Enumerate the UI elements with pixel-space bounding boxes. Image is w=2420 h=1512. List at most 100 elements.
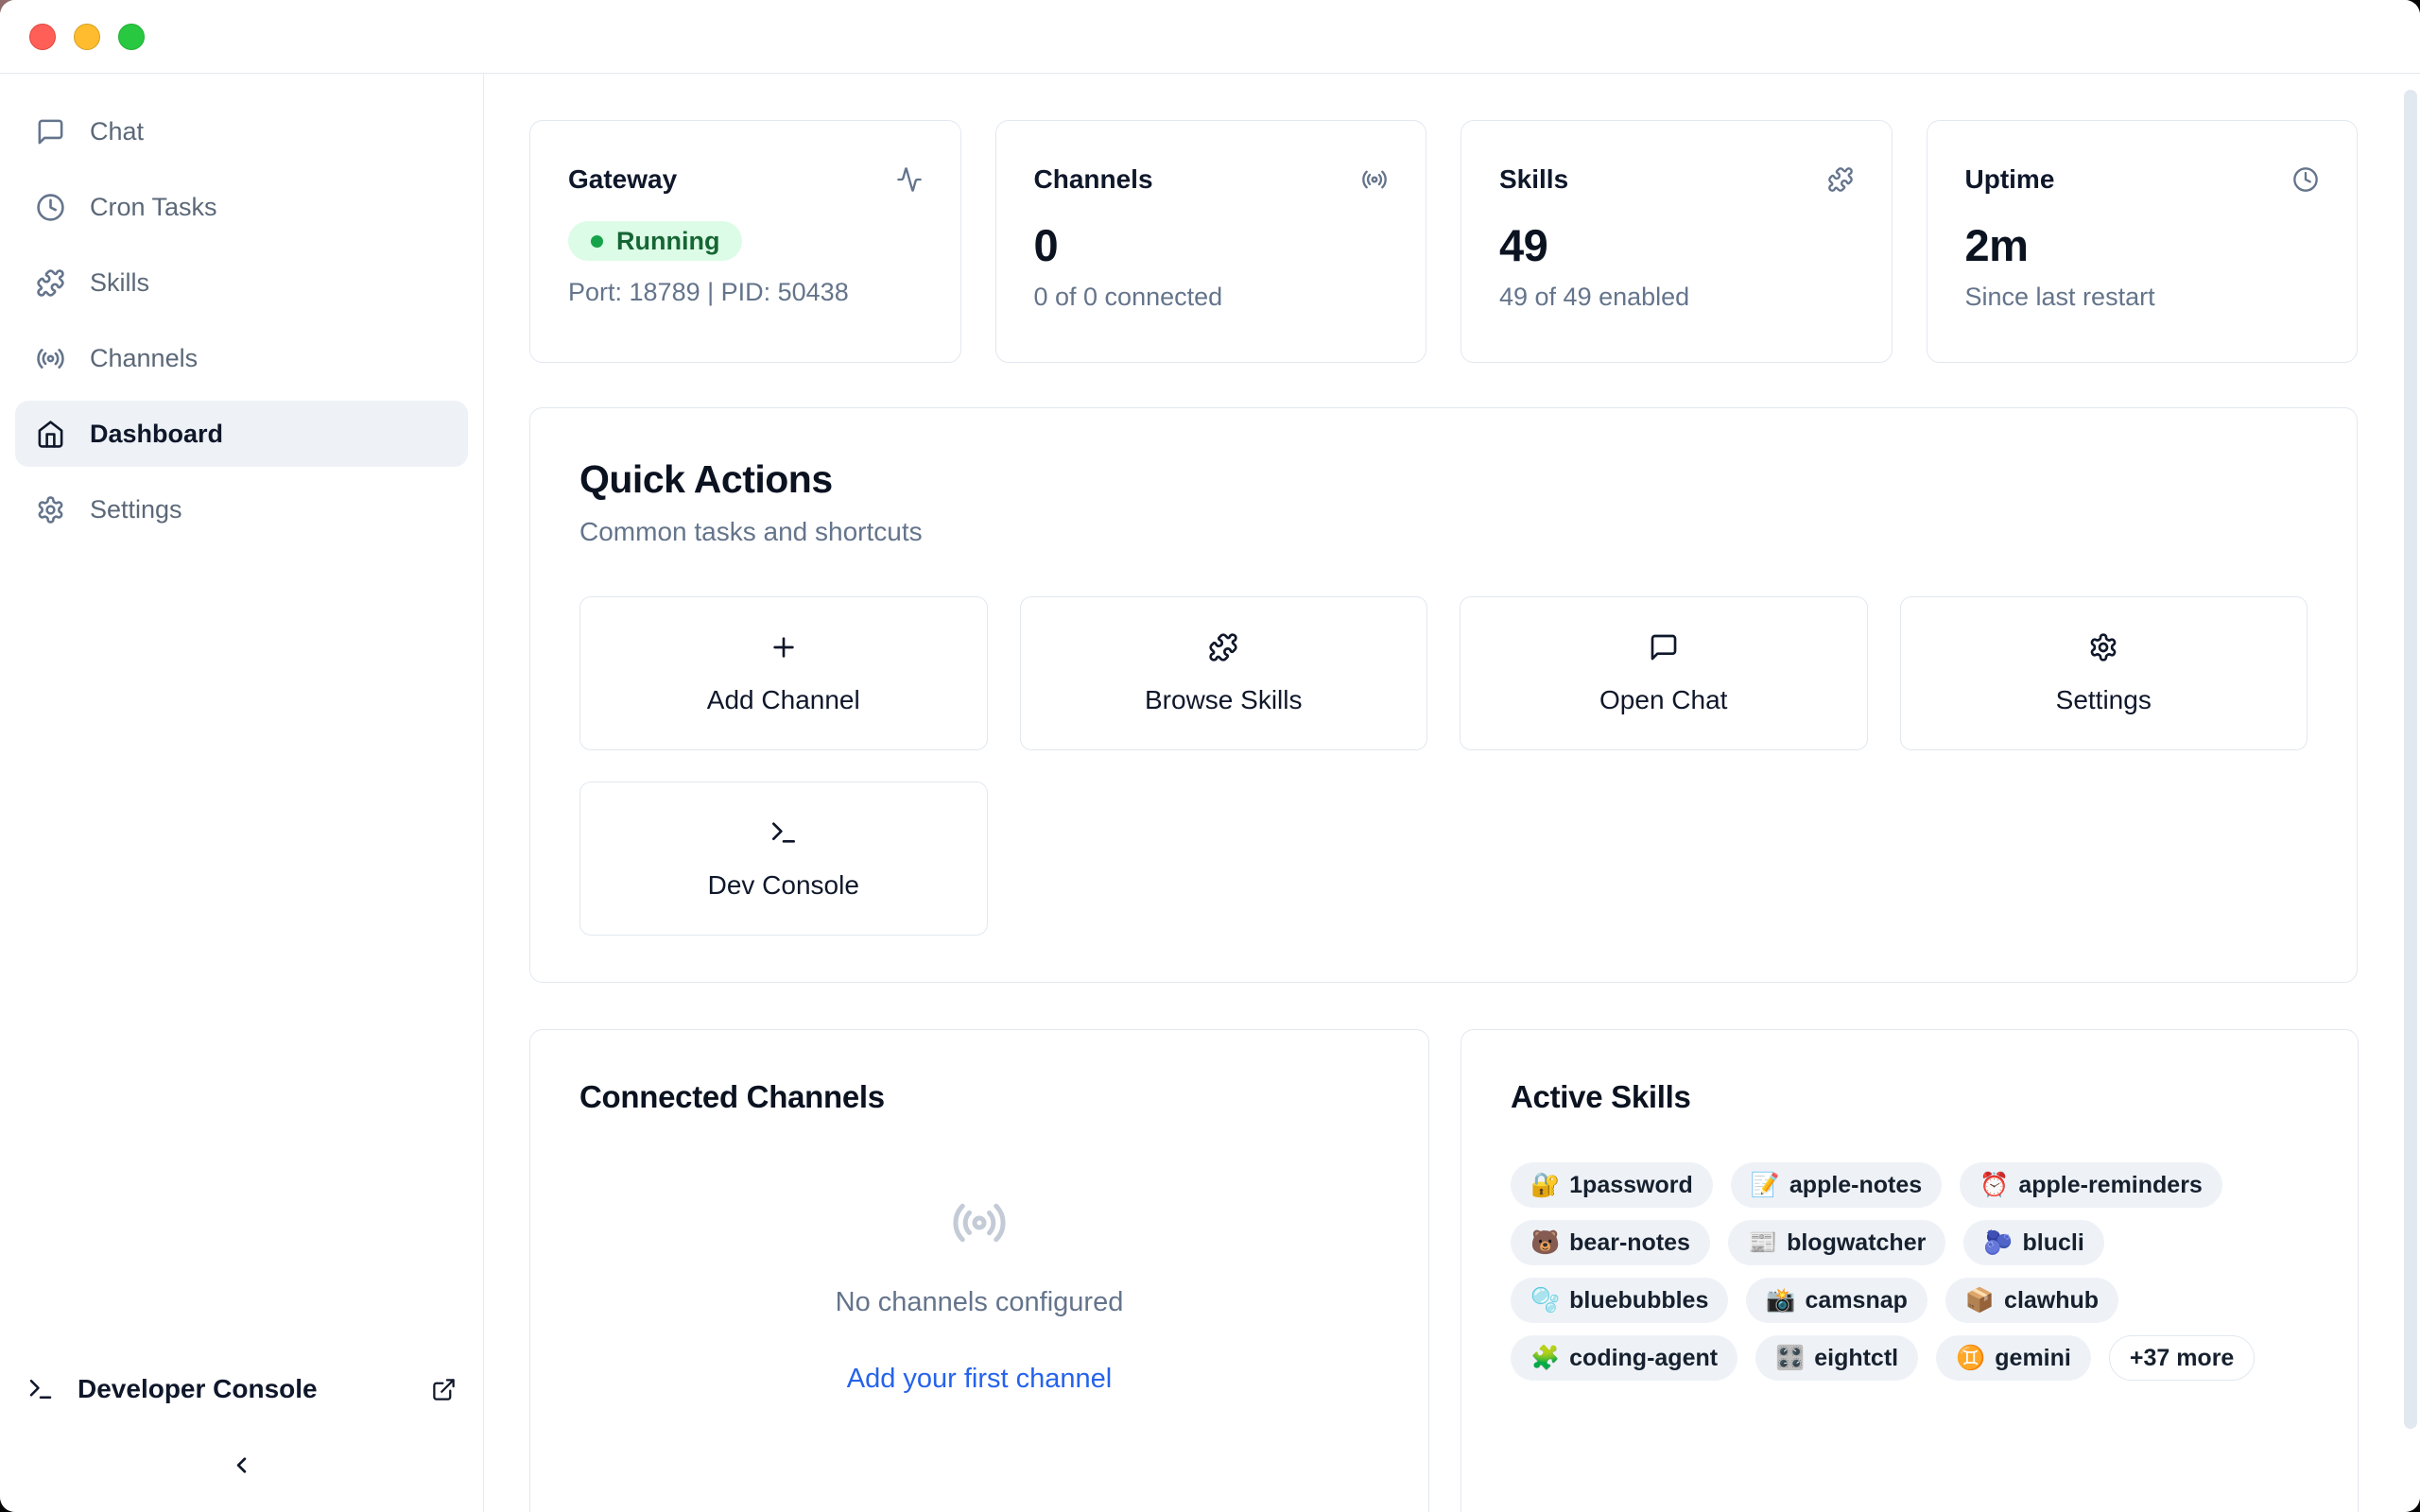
external-link-icon — [431, 1377, 457, 1402]
puzzle-icon — [1208, 632, 1238, 662]
chevron-left-icon — [229, 1452, 254, 1478]
gemini-emoji-icon: ♊ — [1956, 1347, 1985, 1370]
app-window: Chat Cron Tasks Skills Channels Dashboar… — [0, 0, 2420, 1512]
status-badge: Running — [568, 221, 742, 261]
quick-actions-subtitle: Common tasks and shortcuts — [579, 517, 2308, 547]
minimize-button[interactable] — [74, 24, 100, 50]
title-bar — [0, 0, 2420, 74]
skill-badge: 📸 camsnap — [1746, 1278, 1927, 1323]
skills-detail: 49 of 49 enabled — [1499, 283, 1854, 312]
clock-icon — [2292, 166, 2319, 193]
puzzle-emoji-icon: 🧩 — [1530, 1347, 1560, 1370]
sidebar-item-label: Cron Tasks — [90, 193, 217, 222]
blueberries-emoji-icon: 🫐 — [1983, 1231, 2013, 1255]
puzzle-icon — [1827, 166, 1854, 193]
alarm-clock-emoji-icon: ⏰ — [1979, 1174, 2009, 1197]
developer-console-label: Developer Console — [78, 1374, 408, 1404]
sidebar-nav: Chat Cron Tasks Skills Channels Dashboar… — [15, 98, 468, 542]
open-chat-button[interactable]: Open Chat — [1460, 596, 1868, 750]
message-square-icon — [1649, 632, 1679, 662]
skill-badge: 📦 clawhub — [1945, 1278, 2118, 1323]
package-emoji-icon: 📦 — [1965, 1289, 1995, 1313]
sidebar-item-dashboard[interactable]: Dashboard — [15, 401, 468, 467]
sidebar-item-settings[interactable]: Settings — [15, 476, 468, 542]
quick-actions-panel: Quick Actions Common tasks and shortcuts… — [529, 407, 2358, 983]
clock-icon — [36, 193, 65, 222]
skill-badge: 🫐 blucli — [1963, 1220, 2103, 1265]
empty-state-text: No channels configured — [836, 1287, 1124, 1318]
skill-badge: ⏰ apple-reminders — [1960, 1162, 2222, 1208]
channels-card-title: Channels — [1034, 164, 1153, 195]
radio-icon — [1361, 166, 1388, 193]
add-channel-button[interactable]: Add Channel — [579, 596, 988, 750]
uptime-card-title: Uptime — [1965, 164, 2055, 195]
skill-badge: 🎛️ eightctl — [1755, 1335, 1918, 1381]
skill-badge: 📰 blogwatcher — [1728, 1220, 1945, 1265]
sidebar-item-cron-tasks[interactable]: Cron Tasks — [15, 174, 468, 240]
lock-emoji-icon: 🔐 — [1530, 1174, 1560, 1197]
skill-badge: 🔐 1password — [1511, 1162, 1713, 1208]
home-icon — [36, 420, 65, 449]
active-skills-title: Active Skills — [1511, 1079, 2308, 1115]
skill-badge: 🫧 bluebubbles — [1511, 1278, 1728, 1323]
developer-console-button[interactable]: Developer Console — [15, 1359, 468, 1419]
newspaper-emoji-icon: 📰 — [1748, 1231, 1777, 1255]
sidebar-item-skills[interactable]: Skills — [15, 249, 468, 316]
camera-emoji-icon: 📸 — [1766, 1289, 1795, 1313]
sidebar-item-channels[interactable]: Channels — [15, 325, 468, 391]
connected-channels-title: Connected Channels — [579, 1079, 1379, 1115]
skills-count: 49 — [1499, 219, 1854, 271]
radio-icon — [36, 344, 65, 373]
channels-empty-state: No channels configured Add your first ch… — [579, 1115, 1379, 1474]
vertical-scrollbar[interactable] — [2404, 90, 2417, 1429]
active-skills-panel: Active Skills 🔐 1password 📝 apple-notes — [1461, 1029, 2359, 1512]
terminal-icon — [26, 1375, 55, 1403]
status-dot — [591, 235, 603, 248]
dev-console-button[interactable]: Dev Console — [579, 782, 988, 936]
gateway-card: Gateway Running Port: 18789 | PID: 50438 — [529, 120, 961, 363]
radio-icon — [951, 1194, 1008, 1251]
sidebar-collapse-button[interactable] — [221, 1444, 263, 1486]
channels-count: 0 — [1034, 219, 1389, 271]
uptime-card: Uptime 2m Since last restart — [1927, 120, 2359, 363]
close-button[interactable] — [29, 24, 56, 50]
traffic-lights — [29, 24, 145, 50]
skill-badge: 🐻 bear-notes — [1511, 1220, 1710, 1265]
skills-card-title: Skills — [1499, 164, 1568, 195]
skills-card: Skills 49 49 of 49 enabled — [1461, 120, 1893, 363]
puzzle-icon — [36, 268, 65, 298]
plus-icon — [769, 632, 799, 662]
add-first-channel-link[interactable]: Add your first channel — [847, 1364, 1112, 1395]
channels-card: Channels 0 0 of 0 connected — [995, 120, 1427, 363]
more-skills-badge[interactable]: +37 more — [2109, 1335, 2256, 1381]
sidebar-item-label: Dashboard — [90, 420, 223, 449]
skill-badge: ♊ gemini — [1936, 1335, 2091, 1381]
sidebar: Chat Cron Tasks Skills Channels Dashboar… — [0, 74, 484, 1512]
sidebar-item-label: Settings — [90, 495, 182, 524]
main-content: Gateway Running Port: 18789 | PID: 50438… — [484, 74, 2420, 1512]
uptime-value: 2m — [1965, 219, 2320, 271]
control-knobs-emoji-icon: 🎛️ — [1775, 1347, 1805, 1370]
skills-list: 🔐 1password 📝 apple-notes ⏰ apple-remind… — [1511, 1162, 2314, 1381]
status-label: Running — [616, 227, 719, 256]
message-square-icon — [36, 117, 65, 146]
stats-row: Gateway Running Port: 18789 | PID: 50438… — [529, 120, 2358, 363]
settings-button[interactable]: Settings — [1900, 596, 2308, 750]
gear-icon — [36, 495, 65, 524]
memo-emoji-icon: 📝 — [1751, 1174, 1780, 1197]
sidebar-item-label: Chat — [90, 117, 144, 146]
skill-badge: 📝 apple-notes — [1731, 1162, 1942, 1208]
gear-icon — [2088, 632, 2118, 662]
sidebar-item-chat[interactable]: Chat — [15, 98, 468, 164]
uptime-detail: Since last restart — [1965, 283, 2320, 312]
terminal-icon — [769, 817, 799, 848]
bear-emoji-icon: 🐻 — [1530, 1231, 1560, 1255]
browse-skills-button[interactable]: Browse Skills — [1020, 596, 1428, 750]
sidebar-item-label: Skills — [90, 268, 149, 298]
zoom-button[interactable] — [118, 24, 145, 50]
activity-icon — [896, 166, 923, 193]
connected-channels-panel: Connected Channels No channels configure… — [529, 1029, 1429, 1512]
quick-actions-title: Quick Actions — [579, 457, 2308, 502]
gateway-card-title: Gateway — [568, 164, 677, 195]
bubbles-emoji-icon: 🫧 — [1530, 1289, 1560, 1313]
